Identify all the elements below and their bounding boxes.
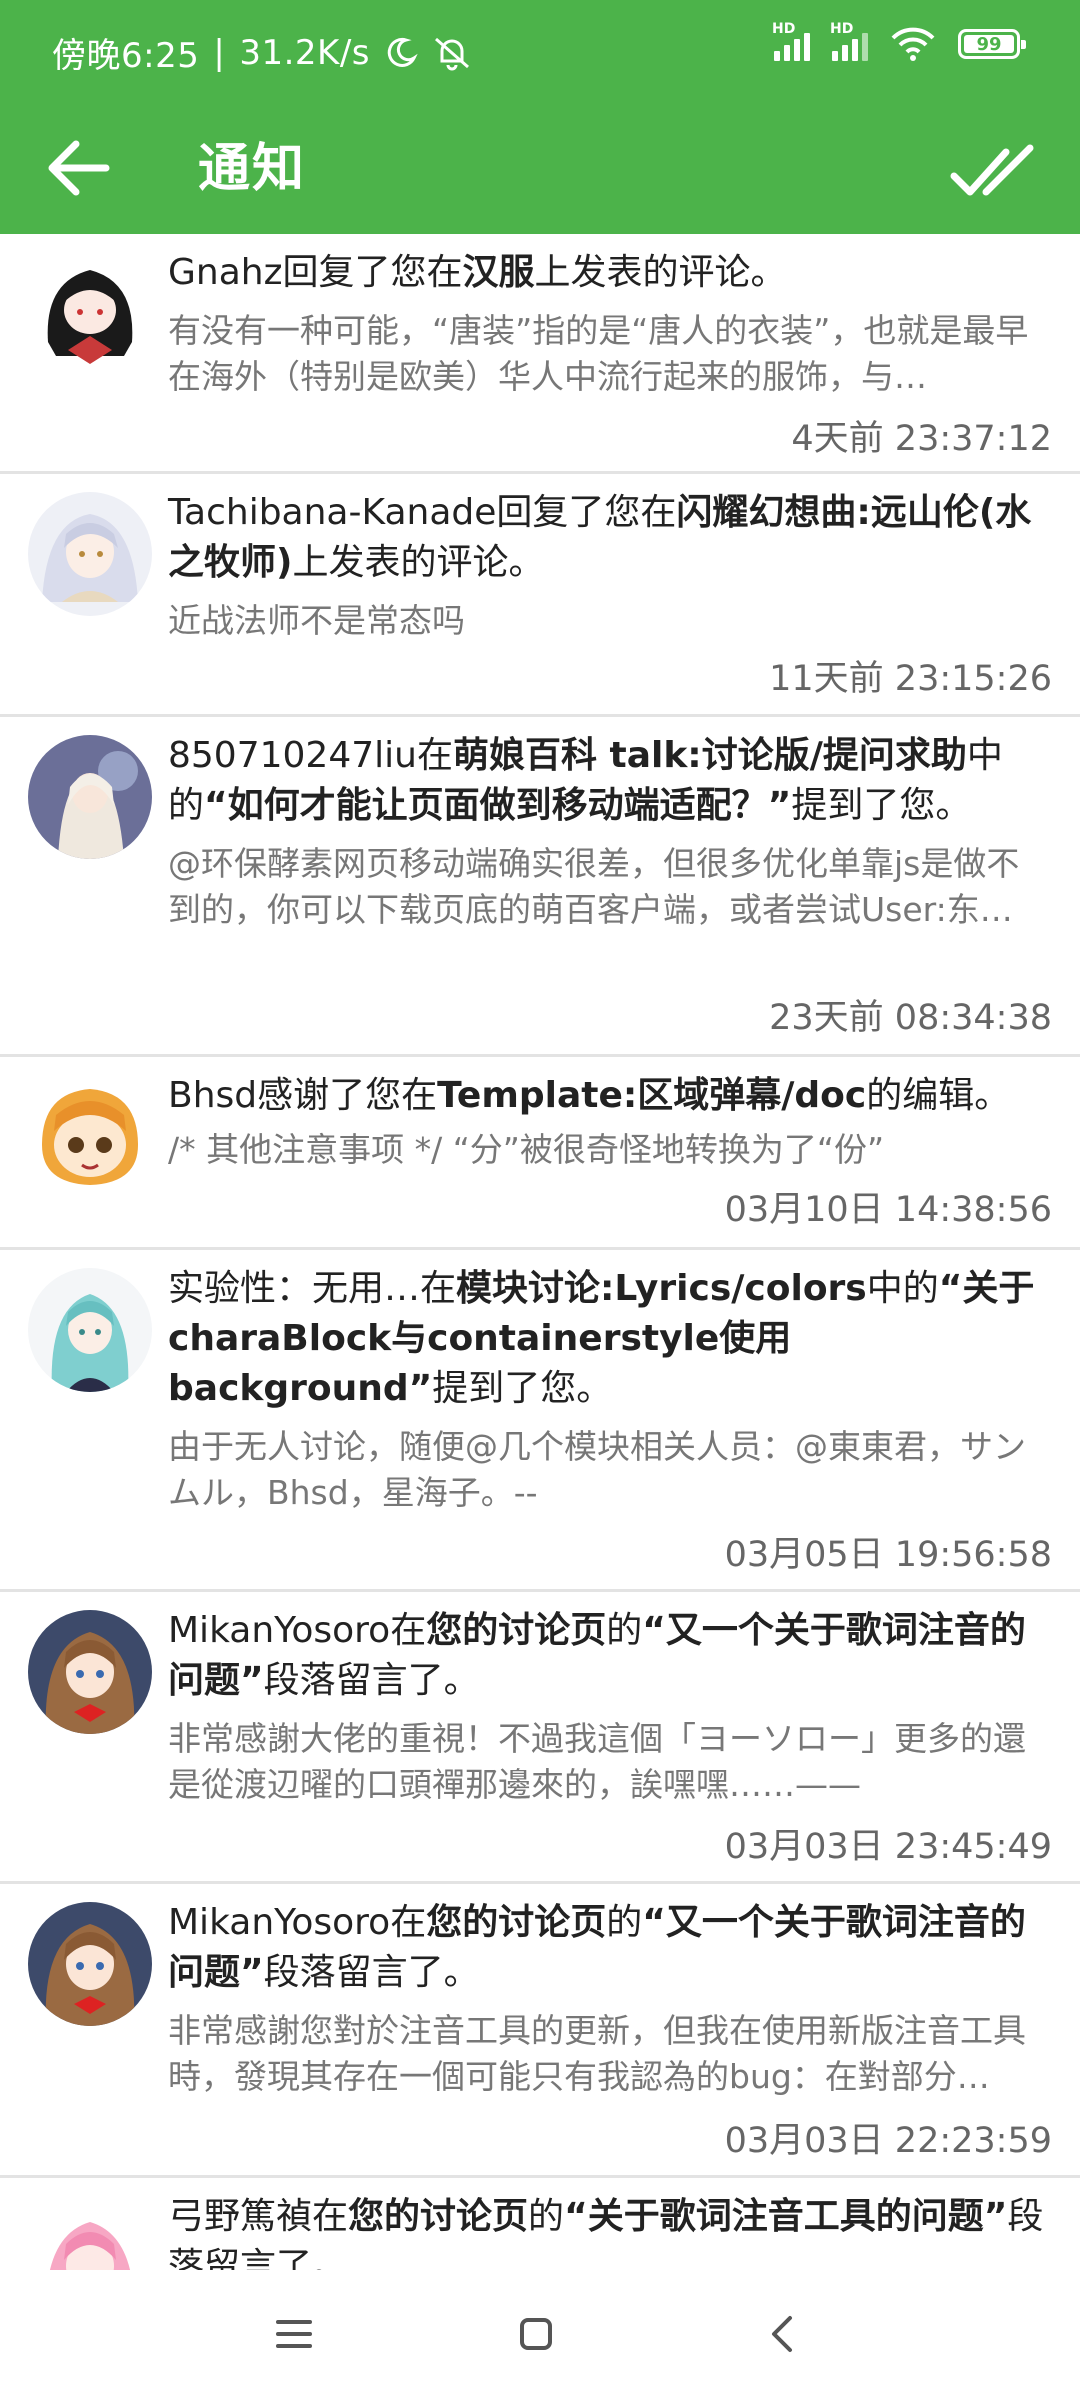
avatar[interactable] xyxy=(28,735,152,859)
notification-time: 03月10日 14:38:56 xyxy=(724,1190,1052,1230)
notification-time: 11天前 23:15:26 xyxy=(769,659,1052,699)
avatar[interactable] xyxy=(28,1268,152,1392)
home-icon[interactable] xyxy=(504,2302,568,2366)
status-left: 傍晚6:25 | 31.2K/s xyxy=(52,28,472,77)
notification-time: 03月03日 23:45:49 xyxy=(724,1827,1052,1867)
notification-title: Gnahz回复了您在汉服上发表的评论。 xyxy=(168,252,787,293)
network-speed: 31.2K/s xyxy=(239,32,370,73)
back-arrow-icon[interactable] xyxy=(40,128,120,208)
bell-off-icon xyxy=(435,37,469,70)
notification-excerpt: /* 其他注意事项 */ “分”被很奇怪地转换为了“份” xyxy=(168,1130,885,1169)
status-bar: 傍晚6:25 | 31.2K/s HD HD 99 xyxy=(0,0,1080,104)
avatar[interactable] xyxy=(28,1902,152,2026)
wifi-icon xyxy=(891,27,935,61)
notification-item[interactable]: MikanYosoro在您的讨论页的“又一个关于歌词注音的问题”段落留言了。 非… xyxy=(0,1592,1080,1884)
notification-title: Bhsd感谢了您在Template:区域弹幕/doc的编辑。 xyxy=(168,1075,1011,1116)
notification-excerpt: @环保酵素网页移动端确实很差，但很多优化单靠js是做不到的，你可以下载页底的萌百… xyxy=(168,844,1020,929)
avatar[interactable] xyxy=(28,1075,152,1199)
notification-excerpt: 由于无人讨论，随便@几个模块相关人员：@東東君，サンムル，Bhsd，星海子。-- xyxy=(168,1427,1026,1512)
notification-excerpt: 近战法师不是常态吗 xyxy=(168,601,465,640)
signal-icon: HD xyxy=(830,21,868,61)
double-check-icon[interactable] xyxy=(948,126,1044,212)
notification-time: 03月05日 19:56:58 xyxy=(724,1535,1052,1575)
notification-title: Tachibana-Kanade回复了您在闪耀幻想曲:远山伦(水之牧师)上发表的… xyxy=(168,492,1032,583)
notification-item[interactable]: 弓野篤禎在您的讨论页的“关于歌词注音工具的问题”段落留言了。 xyxy=(0,2178,1080,2282)
notification-excerpt: 有没有一种可能，“唐装”指的是“唐人的衣装”，也就是最早在海外（特别是欧美）华人… xyxy=(168,311,1029,396)
notification-item[interactable]: 850710247liu在萌娘百科 talk:讨论版/提问求助中的“如何才能让页… xyxy=(0,717,1080,1057)
notification-title: MikanYosoro在您的讨论页的“又一个关于歌词注音的问题”段落留言了。 xyxy=(168,1610,1026,1701)
app-bar: 通知 xyxy=(0,104,1080,234)
notification-excerpt: 非常感謝大佬的重視！不過我這個「ヨーソロー」更多的還是從渡辺曜的口頭禪那邊來的，… xyxy=(168,1719,1026,1804)
notification-item[interactable]: Tachibana-Kanade回复了您在闪耀幻想曲:远山伦(水之牧师)上发表的… xyxy=(0,474,1080,717)
avatar[interactable] xyxy=(28,1610,152,1734)
menu-icon[interactable] xyxy=(262,2302,326,2366)
notification-excerpt: 非常感謝您對於注音工具的更新，但我在使用新版注音工具時，發現其存在一個可能只有我… xyxy=(168,2011,1026,2096)
back-icon[interactable] xyxy=(752,2302,816,2366)
notification-title: MikanYosoro在您的讨论页的“又一个关于歌词注音的问题”段落留言了。 xyxy=(168,1902,1026,1993)
moon-icon xyxy=(387,37,418,67)
notification-time: 03月03日 22:23:59 xyxy=(724,2121,1052,2161)
notification-item[interactable]: Gnahz回复了您在汉服上发表的评论。 有没有一种可能，“唐装”指的是“唐人的衣… xyxy=(0,234,1080,474)
notification-time: 23天前 08:34:38 xyxy=(769,998,1052,1038)
avatar[interactable] xyxy=(28,492,152,616)
notification-time: 4天前 23:37:12 xyxy=(791,419,1052,459)
notification-title: 弓野篤禎在您的讨论页的“关于歌词注音工具的问题”段落留言了。 xyxy=(168,2196,1044,2282)
signal-icon: HD xyxy=(772,21,810,61)
notification-item[interactable]: 实验性：无用…在模块讨论:Lyrics/colors中的“关于charaBloc… xyxy=(0,1250,1080,1592)
notification-title: 850710247liu在萌娘百科 talk:讨论版/提问求助中的“如何才能让页… xyxy=(168,735,1003,826)
notification-title: 实验性：无用…在模块讨论:Lyrics/colors中的“关于charaBloc… xyxy=(168,1268,1035,1409)
battery-icon: 99 xyxy=(958,29,1026,59)
avatar[interactable] xyxy=(28,252,152,376)
page-title: 通知 xyxy=(198,139,307,199)
notification-item[interactable]: MikanYosoro在您的讨论页的“又一个关于歌词注音的问题”段落留言了。 非… xyxy=(0,1884,1080,2178)
top-bar: 傍晚6:25 | 31.2K/s HD HD 99 通知 xyxy=(0,0,1080,234)
system-nav-bar xyxy=(0,2270,1080,2400)
status-time: 傍晚6:25 xyxy=(52,36,200,76)
notification-list: Gnahz回复了您在汉服上发表的评论。 有没有一种可能，“唐装”指的是“唐人的衣… xyxy=(0,234,1080,2282)
status-right: HD HD 99 xyxy=(772,21,1026,62)
notification-item[interactable]: Bhsd感谢了您在Template:区域弹幕/doc的编辑。 /* 其他注意事项… xyxy=(0,1057,1080,1250)
